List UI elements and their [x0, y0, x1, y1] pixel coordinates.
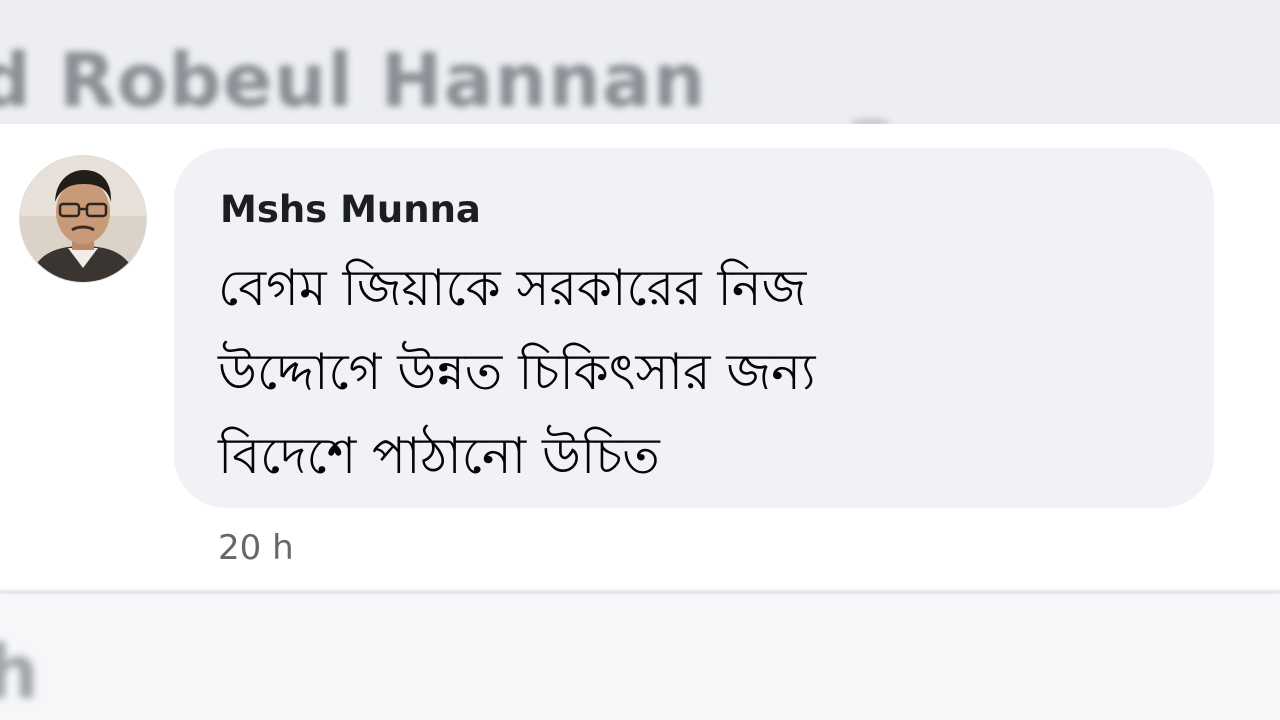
- comment-timestamp[interactable]: 20 h: [218, 528, 294, 568]
- blurred-poster-name: d Robeul Hannan: [0, 38, 707, 124]
- comment-text: বেগম জিয়াকে সরকারের নিজ উদ্দোগে উন্নত চ…: [218, 246, 1018, 498]
- blurred-next-text: h: [0, 630, 39, 716]
- profile-photo-icon: [20, 156, 146, 282]
- blurred-next-item: h: [0, 594, 1280, 720]
- comment-item: Mshs Munna বেগম জিয়াকে সরকারের নিজ উদ্দ…: [0, 124, 1280, 594]
- comment-text-line: বেগম জিয়াকে সরকারের নিজ: [218, 259, 807, 317]
- comment-author-name[interactable]: Mshs Munna: [220, 188, 481, 231]
- comment-bubble[interactable]: Mshs Munna বেগম জিয়াকে সরকারের নিজ উদ্দ…: [174, 148, 1214, 508]
- blurred-post-header: d Robeul Hannan: [0, 0, 1280, 124]
- comment-screenshot: d Robeul Hannan Mshs Munna বেগম জিয়াকে …: [0, 0, 1280, 720]
- avatar[interactable]: [20, 156, 146, 282]
- comment-text-line: উদ্দোগে উন্নত চিকিৎসার জন্য: [218, 343, 816, 401]
- comment-text-line: বিদেশে পাঠানো উচিত: [218, 427, 660, 485]
